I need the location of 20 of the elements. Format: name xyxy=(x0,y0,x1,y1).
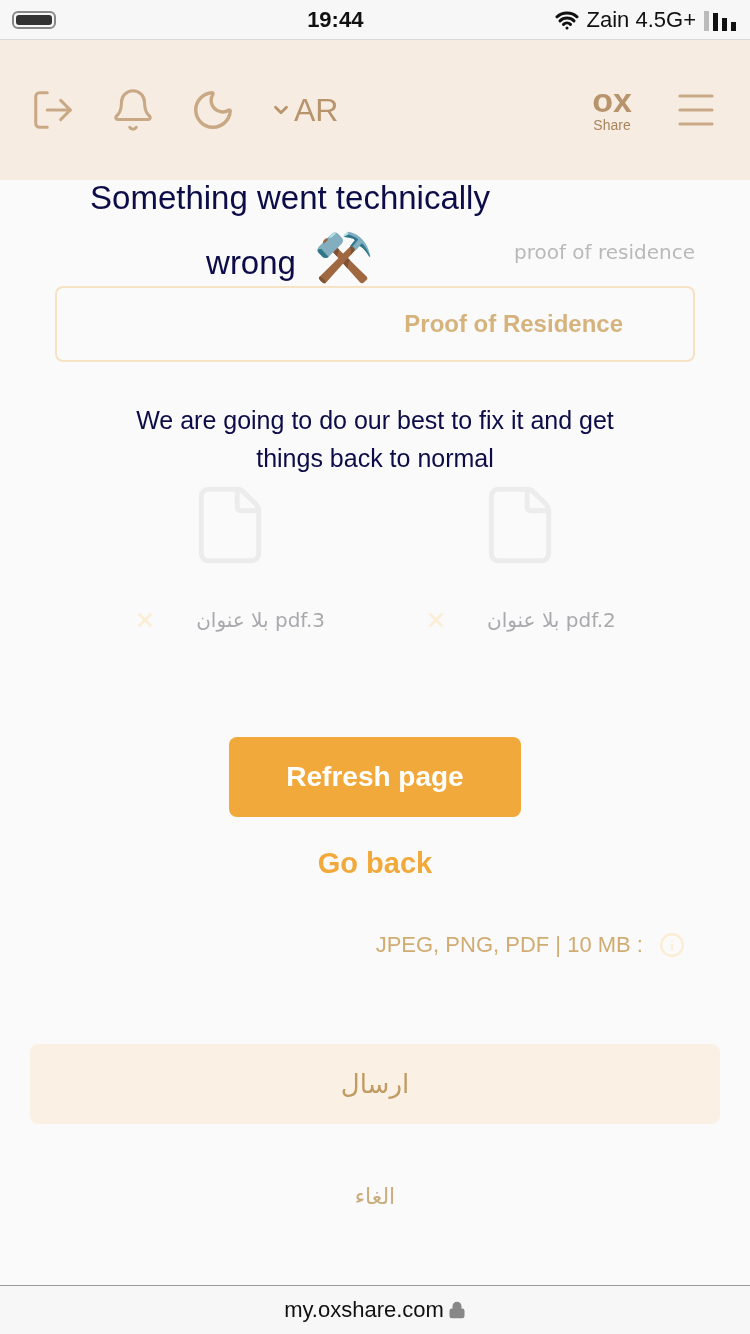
info-icon xyxy=(659,932,685,958)
language-selector[interactable]: AR xyxy=(270,91,339,129)
file-hint: JPEG, PNG, PDF | 10 MB : xyxy=(375,932,643,958)
battery-icon xyxy=(12,10,56,29)
carrier-name: Zain 4.5G+ xyxy=(586,6,696,33)
document-field[interactable]: Proof of Residence xyxy=(55,286,695,362)
lock-icon xyxy=(447,1301,466,1319)
cancel-link[interactable]: الغاء xyxy=(354,1184,396,1209)
submit-button[interactable]: ارسال xyxy=(30,1044,720,1124)
clock-time: 19:44 xyxy=(306,6,365,33)
section-label: proof of residence xyxy=(513,240,695,264)
error-title: Something went technically wrong ⚒ xyxy=(89,180,491,286)
file-name: بلا عنوان pdf.3 xyxy=(196,608,325,632)
go-back-link[interactable]: Go back xyxy=(317,847,433,880)
error-message: We are going to do our best to fix it and get things back to normal xyxy=(135,405,615,474)
file-name: بلا عنوان pdf.2 xyxy=(487,608,616,632)
url-address[interactable]: my.oxshare.com xyxy=(284,1297,444,1323)
brand-logo[interactable]: ox Share xyxy=(568,75,638,145)
refresh-button[interactable]: Refresh page xyxy=(229,737,521,817)
signal-icon xyxy=(704,8,738,31)
